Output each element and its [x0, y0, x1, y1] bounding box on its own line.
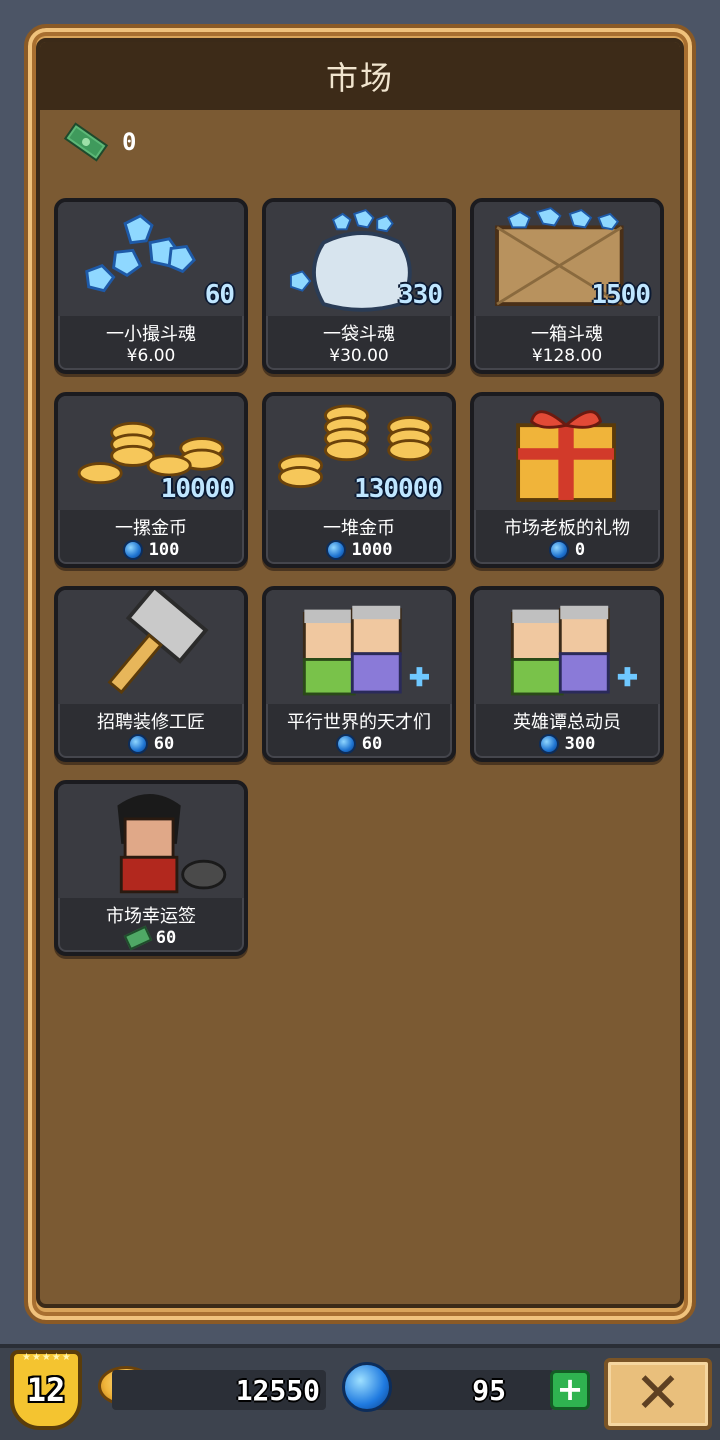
- item-amount: 330: [398, 280, 443, 310]
- gem-icon: [335, 734, 356, 754]
- item-price: ¥6.00: [58, 346, 244, 366]
- price-value: 1000: [351, 540, 393, 560]
- level-badge[interactable]: ★★★★★ 12: [10, 1350, 82, 1430]
- close-icon: ✕: [634, 1361, 682, 1426]
- cash-balance: 0: [122, 128, 137, 156]
- coin-counter: 12550: [112, 1370, 326, 1410]
- item-name: 一堆金币: [323, 518, 395, 539]
- item-amount: 130000: [354, 474, 443, 504]
- price-value: ¥30.00: [329, 346, 389, 366]
- gem-icon: [325, 540, 346, 560]
- item-name: 平行世界的天才们: [287, 712, 431, 733]
- shop-item-lucky-draw[interactable]: 市场幸运签 60: [54, 780, 248, 956]
- item-name: 一摞金币: [115, 518, 187, 539]
- level-number: 12: [26, 1371, 66, 1409]
- coin-amount: 12550: [235, 1374, 320, 1407]
- shop-item-boss-gift[interactable]: 市场老板的礼物 0: [470, 392, 664, 568]
- lucky-merchant-icon: [58, 784, 244, 898]
- item-price: 300: [474, 734, 660, 754]
- shop-item-hero-mobilization[interactable]: 英雄谭总动员 300: [470, 586, 664, 762]
- price-value: 60: [155, 928, 177, 948]
- item-price: 60: [58, 734, 244, 754]
- gem-amount: 95: [472, 1374, 506, 1407]
- item-price: 60: [266, 734, 452, 754]
- price-value: 0: [574, 540, 586, 560]
- close-button[interactable]: ✕: [604, 1358, 712, 1430]
- price-value: ¥6.00: [126, 346, 176, 366]
- heroes-icon: [474, 590, 660, 704]
- market-header: 市场: [40, 42, 680, 110]
- gem-icon: [548, 540, 569, 560]
- item-name: 英雄谭总动员: [513, 712, 621, 733]
- item-price: 100: [58, 540, 244, 560]
- item-price: ¥30.00: [266, 346, 452, 366]
- geniuses-icon: [266, 590, 452, 704]
- cash-icon: [63, 122, 109, 162]
- item-price: 1000: [266, 540, 452, 560]
- gem-icon: [127, 734, 148, 754]
- price-value: 300: [564, 734, 596, 754]
- shop-item-hire-craftsman[interactable]: 招聘装修工匠 60: [54, 586, 248, 762]
- shop-item-small-soul[interactable]: 60 一小撮斗魂 ¥6.00: [54, 198, 248, 374]
- gem-icon: [122, 540, 143, 560]
- price-value: 60: [153, 734, 175, 754]
- shop-item-parallel-geniuses[interactable]: 平行世界的天才们 60: [262, 586, 456, 762]
- market-panel: 市场 0 60 一小撮斗魂 ¥6.00 330 一袋斗魂 ¥30.00 1500…: [36, 38, 684, 1308]
- shop-item-coin-pile[interactable]: 130000 一堆金币 1000: [262, 392, 456, 568]
- cash-wallet: 0: [60, 122, 136, 162]
- shop-item-coin-stack[interactable]: 10000 一摞金币 100: [54, 392, 248, 568]
- gem-icon: [342, 1362, 392, 1412]
- shop-item-soul-box[interactable]: 1500 一箱斗魂 ¥128.00: [470, 198, 664, 374]
- item-amount: 1500: [591, 280, 651, 310]
- item-price: ¥128.00: [474, 346, 660, 366]
- cash-icon: [123, 925, 153, 951]
- market-title: 市场: [325, 59, 394, 97]
- star-row-icon: ★★★★★: [22, 1352, 72, 1363]
- item-name: 招聘装修工匠: [97, 712, 205, 733]
- item-price: 0: [474, 540, 660, 560]
- item-amount: 10000: [160, 474, 235, 504]
- gem-icon: [538, 734, 559, 754]
- item-name: 一箱斗魂: [531, 324, 603, 345]
- item-price: 60: [58, 925, 244, 951]
- price-value: 60: [361, 734, 383, 754]
- item-name: 一袋斗魂: [323, 324, 395, 345]
- price-value: 100: [148, 540, 180, 560]
- add-gems-button[interactable]: +: [550, 1370, 590, 1410]
- shop-item-soul-bag[interactable]: 330 一袋斗魂 ¥30.00: [262, 198, 456, 374]
- item-amount: 60: [204, 280, 235, 310]
- item-name: 市场幸运签: [106, 906, 196, 927]
- gift-box-icon: [474, 396, 660, 510]
- item-name: 市场老板的礼物: [504, 518, 630, 539]
- price-value: ¥128.00: [531, 346, 603, 366]
- hammer-icon: [58, 590, 244, 704]
- item-name: 一小撮斗魂: [106, 324, 196, 345]
